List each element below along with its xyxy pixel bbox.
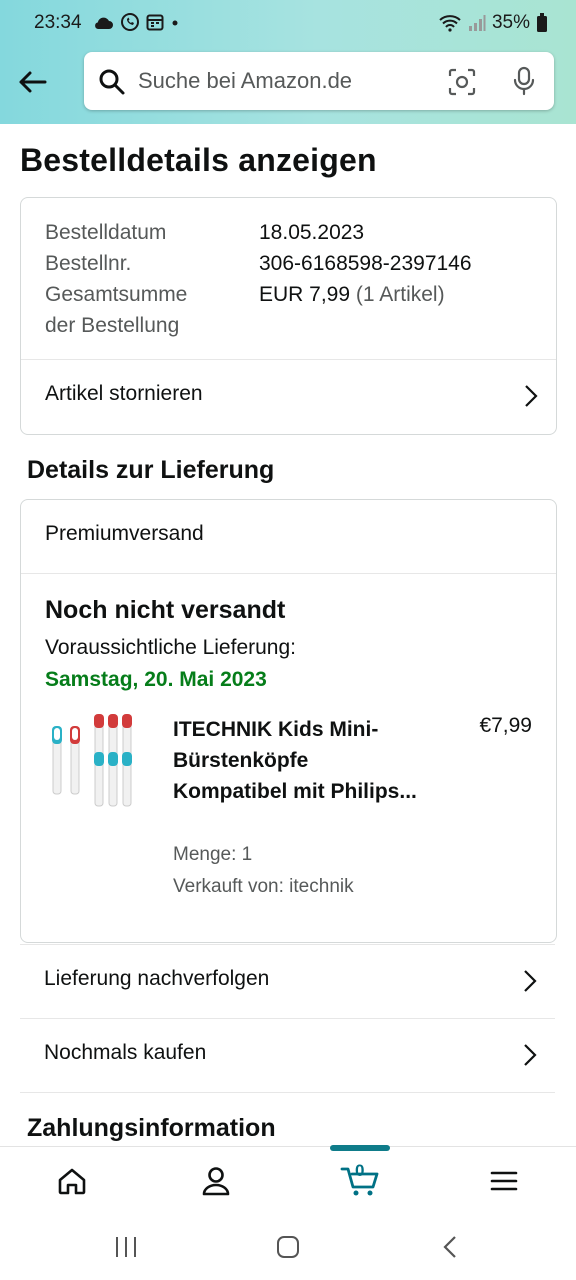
battery-icon xyxy=(537,13,547,32)
divider xyxy=(21,573,556,574)
back-system-button[interactable] xyxy=(430,1234,470,1260)
calendar-icon xyxy=(146,14,164,31)
status-time: 23:34 xyxy=(34,12,82,33)
camera-scan-icon[interactable] xyxy=(448,68,476,96)
order-total-value: EUR 7,99 (1 Artikel) xyxy=(259,279,445,310)
track-delivery-label: Lieferung nachverfolgen xyxy=(44,967,270,990)
order-number-label: Bestellnr. xyxy=(45,252,132,275)
order-total-label-line2: der Bestellung xyxy=(45,314,180,337)
payment-heading: Zahlungsinformation xyxy=(27,1114,276,1142)
whatsapp-icon xyxy=(121,13,139,31)
nav-cart[interactable] xyxy=(288,1147,432,1215)
nav-home[interactable] xyxy=(0,1147,144,1215)
order-total-amount: EUR 7,99 xyxy=(259,283,351,306)
battery-percent: 35% xyxy=(491,12,530,33)
back-button[interactable] xyxy=(16,64,48,100)
order-total-label-line1: Gesamtsumme xyxy=(45,283,188,306)
shipment-status: Noch nicht versandt xyxy=(45,596,286,624)
dot-icon xyxy=(172,20,178,26)
app-header: 23:34 35% Suche bei Amazon.de xyxy=(0,0,576,124)
back-chevron-icon xyxy=(443,1236,456,1258)
product-quantity: Menge: 1 xyxy=(173,844,253,865)
order-summary-card: Bestelldatum 18.05.2023 Bestellnr. 306-6… xyxy=(20,197,557,435)
page-title: Bestelldetails anzeigen xyxy=(20,142,377,178)
eta-date: Samstag, 20. Mai 2023 xyxy=(45,668,267,691)
product-seller: Verkauft von: itechnik xyxy=(173,876,354,897)
signal-icon xyxy=(468,15,486,31)
microphone-icon[interactable] xyxy=(512,66,536,96)
divider xyxy=(20,1092,555,1093)
menu-icon xyxy=(490,1171,518,1191)
buy-again-row[interactable]: Nochmals kaufen xyxy=(20,1018,555,1093)
home-square-icon xyxy=(277,1236,299,1258)
delivery-heading: Details zur Lieferung xyxy=(27,456,275,484)
shipping-method: Premiumversand xyxy=(45,522,204,545)
search-input[interactable]: Suche bei Amazon.de xyxy=(138,68,352,94)
product-title[interactable]: ITECHNIK Kids Mini-Bürstenköpfe Kompatib… xyxy=(173,714,423,807)
recent-apps-button[interactable] xyxy=(106,1234,146,1260)
cancel-items-label: Artikel stornieren xyxy=(45,382,203,405)
product-image[interactable] xyxy=(49,714,137,810)
eta-label: Voraussichtliche Lieferung: xyxy=(45,636,296,659)
chevron-right-icon xyxy=(525,385,538,407)
cart-count: 0 xyxy=(355,1161,365,1180)
order-total-items: (1 Artikel) xyxy=(355,283,445,306)
home-system-button[interactable] xyxy=(268,1234,308,1260)
arrow-left-icon xyxy=(19,71,47,93)
search-bar[interactable]: Suche bei Amazon.de xyxy=(84,52,554,110)
cancel-items-row[interactable]: Artikel stornieren xyxy=(21,360,556,434)
buy-again-label: Nochmals kaufen xyxy=(44,1041,207,1064)
delivery-card: Premiumversand Noch nicht versandt Vorau… xyxy=(20,499,557,943)
track-delivery-row[interactable]: Lieferung nachverfolgen xyxy=(20,944,555,1019)
chevron-right-icon xyxy=(524,970,537,992)
recent-apps-icon xyxy=(116,1237,136,1257)
home-icon xyxy=(58,1168,86,1195)
bottom-nav: 0 xyxy=(0,1145,576,1215)
chevron-right-icon xyxy=(524,1044,537,1066)
person-icon xyxy=(202,1167,230,1196)
system-nav-bar xyxy=(0,1214,576,1280)
order-date-label: Bestelldatum xyxy=(45,221,167,244)
cloud-icon xyxy=(95,17,113,29)
order-date-value: 18.05.2023 xyxy=(259,221,365,244)
status-bar: 23:34 35% xyxy=(0,0,576,46)
product-price: €7,99 xyxy=(479,714,532,737)
nav-account[interactable] xyxy=(144,1147,288,1215)
nav-menu[interactable] xyxy=(432,1147,576,1215)
search-icon xyxy=(99,69,125,95)
order-number-value: 306-6168598-2397146 xyxy=(259,252,472,275)
wifi-icon xyxy=(439,15,461,32)
